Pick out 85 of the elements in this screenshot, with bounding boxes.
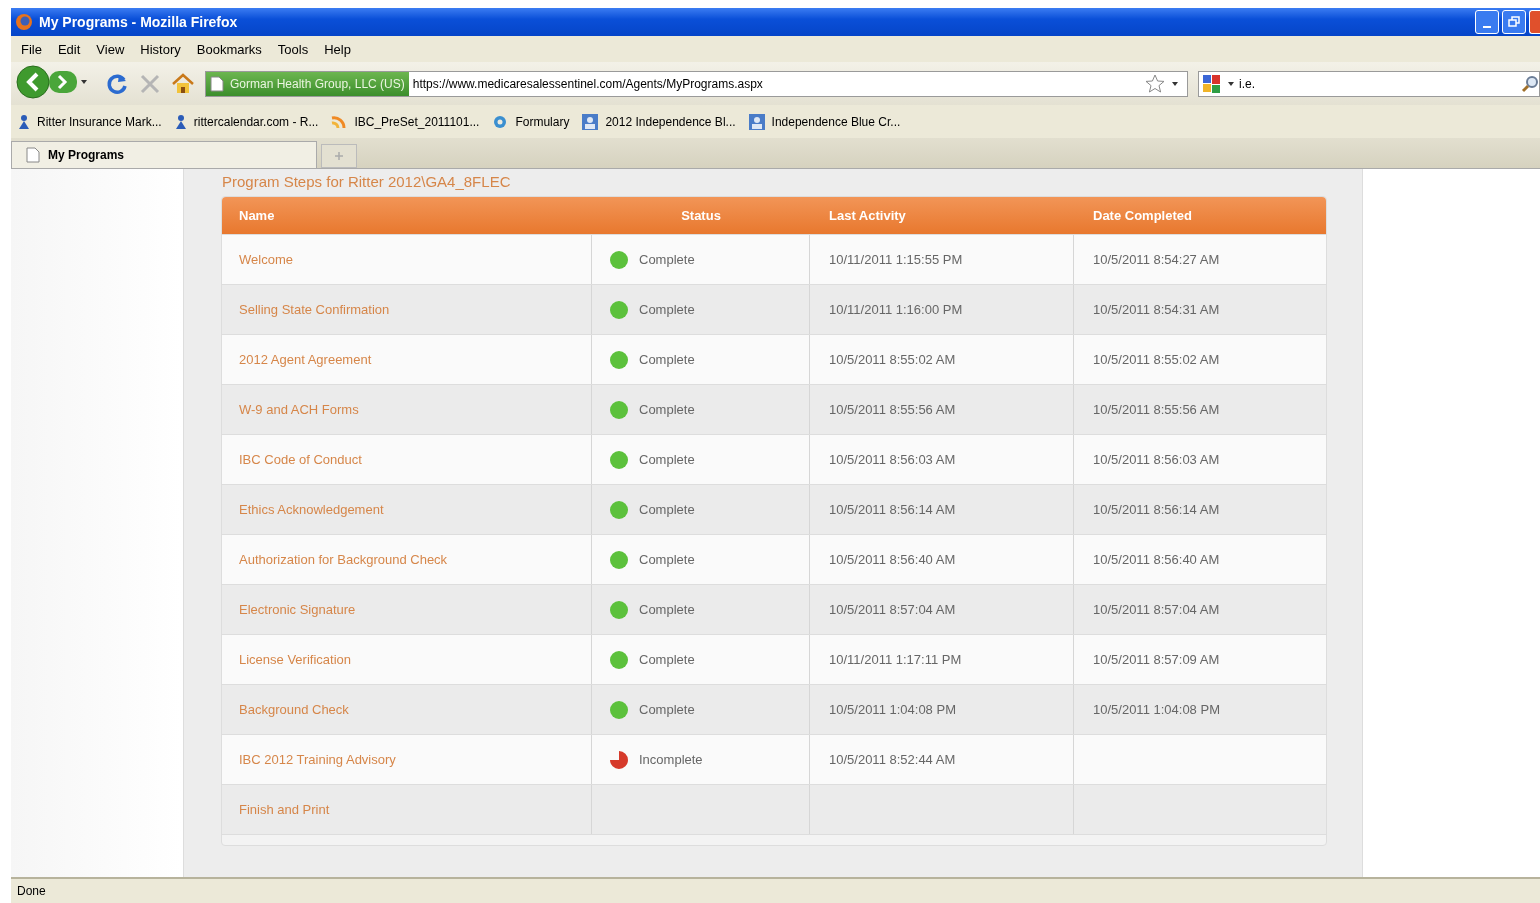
bookmark-item[interactable]: 2012 Independence Bl... (581, 112, 736, 131)
complete-status-icon (609, 399, 629, 420)
restore-icon (1508, 16, 1520, 28)
table-cell: 10/5/2011 8:57:04 AM (1093, 602, 1220, 617)
table-cell: 10/5/2011 8:56:14 AM (1093, 502, 1220, 517)
menu-item[interactable]: Tools (271, 39, 315, 59)
table-cell: 10/5/2011 1:04:08 PM (829, 702, 956, 717)
star-icon[interactable] (1145, 73, 1165, 94)
bookmark-item[interactable]: IBC_PreSet_2011101... (330, 113, 480, 130)
bookmark-item[interactable]: Formulary (491, 113, 570, 130)
menu-item[interactable]: Help (318, 39, 357, 59)
restore-button[interactable] (1502, 10, 1526, 34)
complete-status-icon (609, 349, 629, 370)
incomplete-status-icon (609, 749, 629, 770)
complete-status-icon (609, 299, 629, 320)
home-icon[interactable] (171, 72, 195, 95)
complete-status-icon (609, 699, 629, 720)
search-engine-icon[interactable] (1201, 72, 1223, 95)
page-heading: Program Steps for Ritter 2012\GA4_8FLEC (221, 172, 512, 192)
status-text: Complete (639, 252, 695, 267)
column-header: Name (238, 208, 276, 223)
table-cell: 10/5/2011 8:56:03 AM (829, 452, 956, 467)
status-text: Complete (639, 452, 695, 467)
document-icon (747, 112, 766, 131)
complete-status-icon (609, 549, 629, 570)
table-cell: 10/5/2011 8:57:04 AM (829, 602, 956, 617)
table-cell: 10/11/2011 1:16:00 PM (829, 302, 963, 317)
browser-logo-icon (15, 13, 33, 31)
column-header: Status (680, 208, 722, 223)
status-text: Incomplete (639, 752, 703, 767)
reload-icon[interactable] (105, 71, 129, 96)
person-icon (17, 113, 31, 130)
url-text: https://www.medicaresalessentinel.com/Agents/MyPrograms.aspx (412, 76, 764, 91)
status-text: Complete (639, 502, 695, 517)
page-icon (210, 75, 224, 92)
column-header: Last Activity (828, 208, 907, 223)
table-cell: 10/5/2011 8:56:40 AM (829, 552, 956, 567)
complete-status-icon (609, 599, 629, 620)
table-cell: 10/5/2011 8:54:31 AM (1093, 302, 1220, 317)
menu-item[interactable]: Bookmarks (190, 39, 268, 59)
table-cell: 10/11/2011 1:17:11 PM (829, 652, 962, 667)
page-icon (26, 147, 40, 163)
complete-status-icon (609, 249, 629, 270)
plus-icon (334, 151, 344, 161)
status-text: Complete (639, 702, 695, 717)
table-cell: 10/5/2011 8:55:56 AM (1093, 402, 1220, 417)
status-text: Complete (639, 302, 695, 317)
status-text: Done (17, 884, 46, 898)
table-cell: 10/5/2011 8:57:09 AM (1093, 652, 1220, 667)
complete-status-icon (609, 499, 629, 520)
status-text: Complete (639, 402, 695, 417)
menu-item[interactable]: History (134, 39, 187, 59)
table-cell: 10/11/2011 1:15:55 PM (829, 252, 963, 267)
browser-tab[interactable]: My Programs (11, 141, 317, 168)
table-cell: 10/5/2011 8:55:02 AM (1093, 352, 1220, 367)
bookmark-item[interactable]: rittercalendar.com - R... (173, 113, 319, 130)
bookmark-item[interactable]: Ritter Insurance Mark... (17, 113, 162, 130)
complete-status-icon (609, 449, 629, 470)
window-title: My Programs - Mozilla Firefox (39, 14, 238, 30)
menu-item[interactable]: Edit (51, 39, 87, 59)
close-button[interactable] (1529, 10, 1540, 34)
bookmark-item[interactable]: Independence Blue Cr... (747, 112, 901, 131)
table-cell: 10/5/2011 8:54:27 AM (1093, 252, 1220, 267)
menu-item[interactable]: View (90, 39, 131, 59)
person-icon (173, 113, 188, 130)
menu-item[interactable]: File (15, 39, 48, 59)
minimize-icon (1483, 26, 1491, 28)
minimize-button[interactable] (1475, 10, 1499, 34)
table-cell: 10/5/2011 8:56:40 AM (1093, 552, 1220, 567)
table-cell: 10/5/2011 1:04:08 PM (1093, 702, 1220, 717)
complete-status-icon (609, 649, 629, 670)
table-cell: 10/5/2011 8:56:03 AM (1093, 452, 1220, 467)
table-cell: 10/5/2011 8:55:56 AM (829, 402, 956, 417)
search-field[interactable]: i.e. (1198, 70, 1540, 97)
status-text: Complete (639, 652, 695, 667)
table-cell: 10/5/2011 8:52:44 AM (829, 752, 956, 767)
table-cell: 10/5/2011 8:55:02 AM (829, 352, 956, 367)
address-bar[interactable]: Gorman Health Group, LLC (US) https://www.medicaresalessentinel.com/Agents/MyPrograms.aspx (205, 70, 1188, 97)
status-text: Complete (639, 352, 695, 367)
status-text: Complete (639, 602, 695, 617)
search-icon[interactable] (1521, 74, 1539, 93)
status-text: Complete (639, 552, 695, 567)
document-icon (581, 112, 600, 131)
column-header: Date Completed (1092, 208, 1193, 223)
table-cell: 10/5/2011 8:56:14 AM (829, 502, 956, 517)
